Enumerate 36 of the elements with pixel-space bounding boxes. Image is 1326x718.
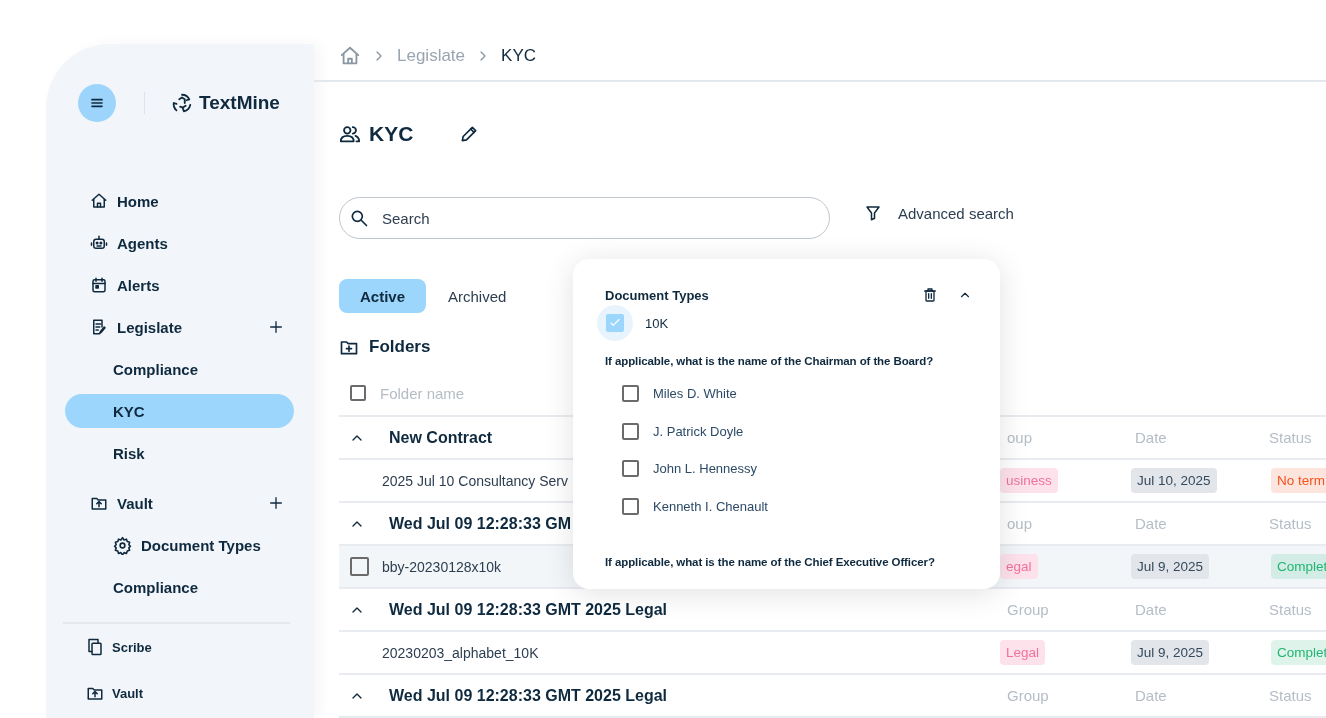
column-header: Group — [1006, 601, 1050, 618]
option-label: Miles D. White — [653, 386, 737, 402]
column-header: Date — [1134, 687, 1168, 704]
date-tag: Jul 9, 2025 — [1131, 640, 1210, 665]
column-header: Date — [1134, 429, 1168, 446]
status-tag: No term — [1271, 468, 1326, 493]
logo-text: TextMine — [199, 92, 280, 114]
column-header: oup — [1006, 515, 1034, 532]
column-header: oup — [1006, 429, 1034, 446]
question-text: If applicable, what is the name of the Chairman of the Board? — [605, 354, 935, 369]
group-title: New Contract — [389, 428, 493, 447]
file-name: 2025 Jul 10 Consultancy Serv — [382, 472, 568, 489]
file-name: bby-20230128x10k — [382, 558, 502, 575]
question-text: If applicable, what is the name of the Chief Executive Officer? — [605, 555, 936, 570]
group-tag: usiness — [1000, 468, 1058, 493]
column-header: Status — [1268, 601, 1313, 618]
page-title: KYC — [369, 122, 414, 146]
date-tag: Jul 10, 2025 — [1131, 468, 1217, 493]
group-title: Wed Jul 09 12:28:33 GMT 2025 Legal — [389, 686, 668, 705]
column-header: Date — [1134, 601, 1168, 618]
date-tag: Jul 9, 2025 — [1131, 554, 1210, 579]
column-header: Status — [1268, 687, 1313, 704]
column-header: Status — [1268, 515, 1313, 532]
column-header: Group — [1006, 687, 1050, 704]
file-name: 20230203_alphabet_10K — [382, 644, 539, 661]
option-label: J. Patrick Doyle — [653, 423, 744, 439]
group-tag: egal — [1000, 554, 1038, 579]
option-label: John L. Hennessy — [653, 461, 758, 477]
group-title: Wed Jul 09 12:28:33 GMT 2025 Legal — [389, 600, 668, 619]
column-header: Status — [1268, 429, 1313, 446]
popup-title: Document Types — [605, 287, 710, 303]
group-tag: Legal — [1000, 640, 1046, 665]
section-heading: Folders — [369, 337, 431, 357]
column-header: Date — [1134, 515, 1168, 532]
group-title: Wed Jul 09 12:28:33 GM — [389, 514, 571, 533]
option-label: 10K — [645, 315, 669, 331]
